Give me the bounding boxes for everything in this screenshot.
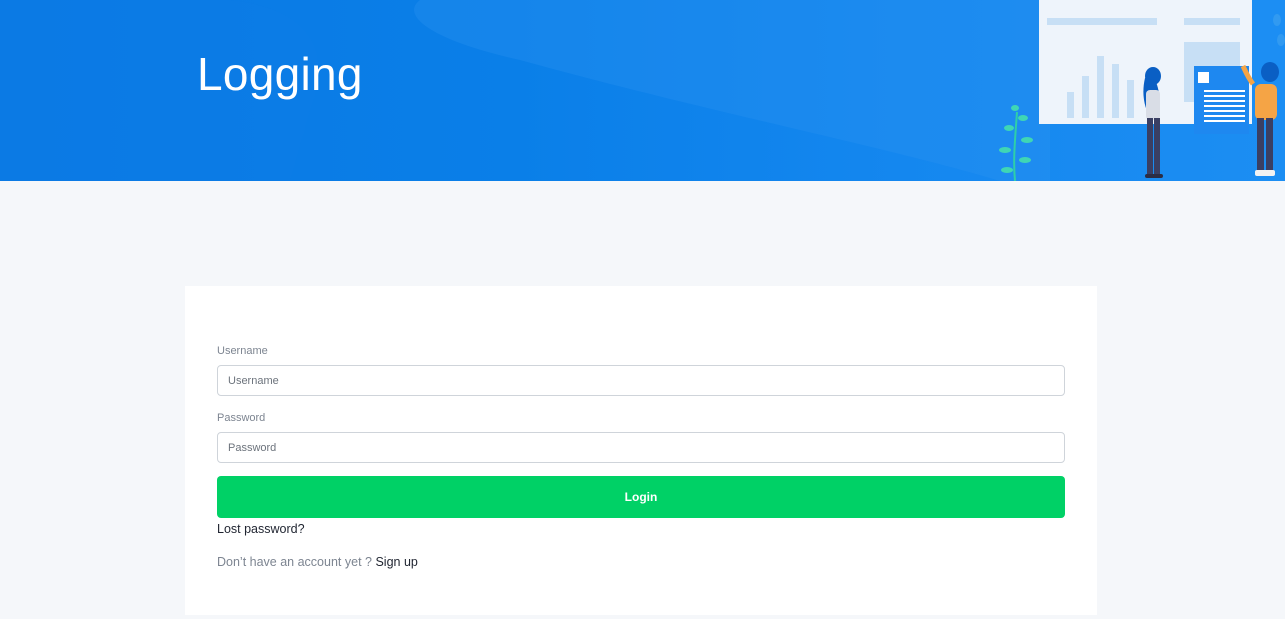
signup-prompt: Don’t have an account yet ? Sign up (217, 554, 418, 570)
page-title: Logging (197, 48, 363, 100)
page-header-banner: Logging (0, 0, 1285, 181)
username-input[interactable] (217, 365, 1065, 396)
people-dashboard-illustration (999, 0, 1285, 181)
login-button[interactable]: Login (217, 476, 1065, 518)
leaves-illustration (1273, 14, 1285, 46)
password-input[interactable] (217, 432, 1065, 463)
no-account-text: Don’t have an account yet ? (217, 555, 372, 569)
username-label: Username (217, 345, 268, 357)
lost-password-link[interactable]: Lost password? (217, 521, 305, 537)
plant-illustration (999, 105, 1033, 181)
password-label: Password (217, 412, 266, 424)
signup-link[interactable]: Sign up (375, 555, 417, 569)
login-card: Username Password Login Lost password? D… (185, 286, 1097, 615)
document-paper-illustration (1194, 66, 1249, 134)
